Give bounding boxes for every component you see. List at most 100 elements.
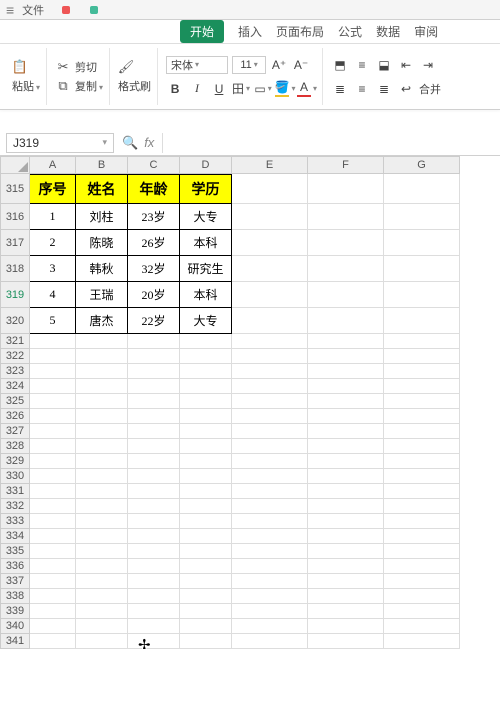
cell[interactable]: 大专 [180, 204, 232, 230]
row-header[interactable]: 336 [0, 559, 30, 574]
cell[interactable] [76, 394, 128, 409]
cell[interactable] [384, 514, 460, 529]
cell[interactable] [128, 529, 180, 544]
cell[interactable] [232, 174, 308, 204]
cell[interactable] [384, 379, 460, 394]
cell[interactable] [308, 424, 384, 439]
cell[interactable]: 1 [30, 204, 76, 230]
cell[interactable]: 4 [30, 282, 76, 308]
cell[interactable] [30, 334, 76, 349]
cell[interactable] [232, 364, 308, 379]
cell[interactable] [232, 634, 308, 649]
cell[interactable] [30, 529, 76, 544]
cell[interactable] [308, 454, 384, 469]
ribbon-tab[interactable]: 页面布局 [276, 23, 324, 40]
column-header[interactable]: D [180, 156, 232, 174]
cell[interactable] [384, 349, 460, 364]
align-center-icon[interactable]: ≡ [353, 80, 371, 98]
cell[interactable] [128, 484, 180, 499]
cell[interactable] [128, 349, 180, 364]
cell[interactable] [232, 589, 308, 604]
cell[interactable] [180, 544, 232, 559]
cell[interactable] [180, 499, 232, 514]
cell[interactable] [384, 589, 460, 604]
cell[interactable] [384, 619, 460, 634]
cell[interactable] [308, 469, 384, 484]
cell[interactable] [180, 604, 232, 619]
cell[interactable]: 23岁 [128, 204, 180, 230]
align-right-icon[interactable]: ≣ [375, 80, 393, 98]
cell[interactable] [308, 439, 384, 454]
cell[interactable] [232, 349, 308, 364]
cell[interactable] [76, 499, 128, 514]
cell[interactable] [232, 409, 308, 424]
row-header[interactable]: 337 [0, 574, 30, 589]
row-header[interactable]: 318 [0, 256, 30, 282]
cell[interactable] [232, 334, 308, 349]
row-header[interactable]: 339 [0, 604, 30, 619]
cell[interactable] [30, 559, 76, 574]
border-button[interactable]: 田 [232, 80, 250, 98]
cell[interactable] [232, 484, 308, 499]
cell[interactable] [76, 334, 128, 349]
cell[interactable]: 王瑞 [76, 282, 128, 308]
cell[interactable] [384, 174, 460, 204]
cell[interactable] [308, 364, 384, 379]
cell[interactable] [128, 394, 180, 409]
cell[interactable] [180, 514, 232, 529]
cell[interactable] [232, 394, 308, 409]
cell[interactable] [308, 308, 384, 334]
cell[interactable] [232, 559, 308, 574]
cell[interactable] [30, 394, 76, 409]
row-header[interactable]: 338 [0, 589, 30, 604]
cell[interactable] [128, 574, 180, 589]
row-header[interactable]: 326 [0, 409, 30, 424]
cell[interactable] [76, 514, 128, 529]
cell[interactable] [76, 439, 128, 454]
cell[interactable] [76, 364, 128, 379]
cell[interactable] [384, 230, 460, 256]
cell[interactable] [384, 469, 460, 484]
cell[interactable]: 姓名 [76, 174, 128, 204]
file-menu[interactable]: 文件 [22, 2, 44, 18]
cell[interactable] [232, 469, 308, 484]
cell[interactable] [384, 364, 460, 379]
cell[interactable] [128, 559, 180, 574]
cell[interactable] [180, 559, 232, 574]
copy-icon[interactable]: ⧉ [55, 78, 71, 94]
format-painter-label[interactable]: 格式刷 [118, 78, 151, 94]
row-header[interactable]: 319 [0, 282, 30, 308]
row-header[interactable]: 320 [0, 308, 30, 334]
cell[interactable] [180, 409, 232, 424]
cell[interactable] [30, 424, 76, 439]
cell[interactable] [180, 439, 232, 454]
cell[interactable]: 韩秋 [76, 256, 128, 282]
fx-icon[interactable]: fx [144, 135, 154, 150]
cell[interactable] [308, 544, 384, 559]
cell[interactable] [180, 619, 232, 634]
menu-icon[interactable]: ≡ [6, 2, 14, 18]
cell[interactable] [76, 379, 128, 394]
cell[interactable] [180, 484, 232, 499]
row-header[interactable]: 317 [0, 230, 30, 256]
cell[interactable] [232, 529, 308, 544]
cell[interactable] [308, 529, 384, 544]
cell[interactable]: 年龄 [128, 174, 180, 204]
cell[interactable] [128, 454, 180, 469]
cell[interactable] [308, 334, 384, 349]
cell[interactable] [384, 604, 460, 619]
cell[interactable] [30, 619, 76, 634]
cell[interactable] [76, 529, 128, 544]
cell[interactable] [180, 424, 232, 439]
cell[interactable] [30, 574, 76, 589]
cell[interactable] [308, 559, 384, 574]
cell[interactable] [30, 514, 76, 529]
cell[interactable] [232, 454, 308, 469]
cell[interactable] [232, 619, 308, 634]
indent-decrease-icon[interactable]: ⇤ [397, 56, 415, 74]
cell[interactable] [30, 349, 76, 364]
row-header[interactable]: 324 [0, 379, 30, 394]
cell[interactable] [30, 499, 76, 514]
paste-button[interactable]: 粘贴 [12, 78, 40, 94]
indent-increase-icon[interactable]: ⇥ [419, 56, 437, 74]
